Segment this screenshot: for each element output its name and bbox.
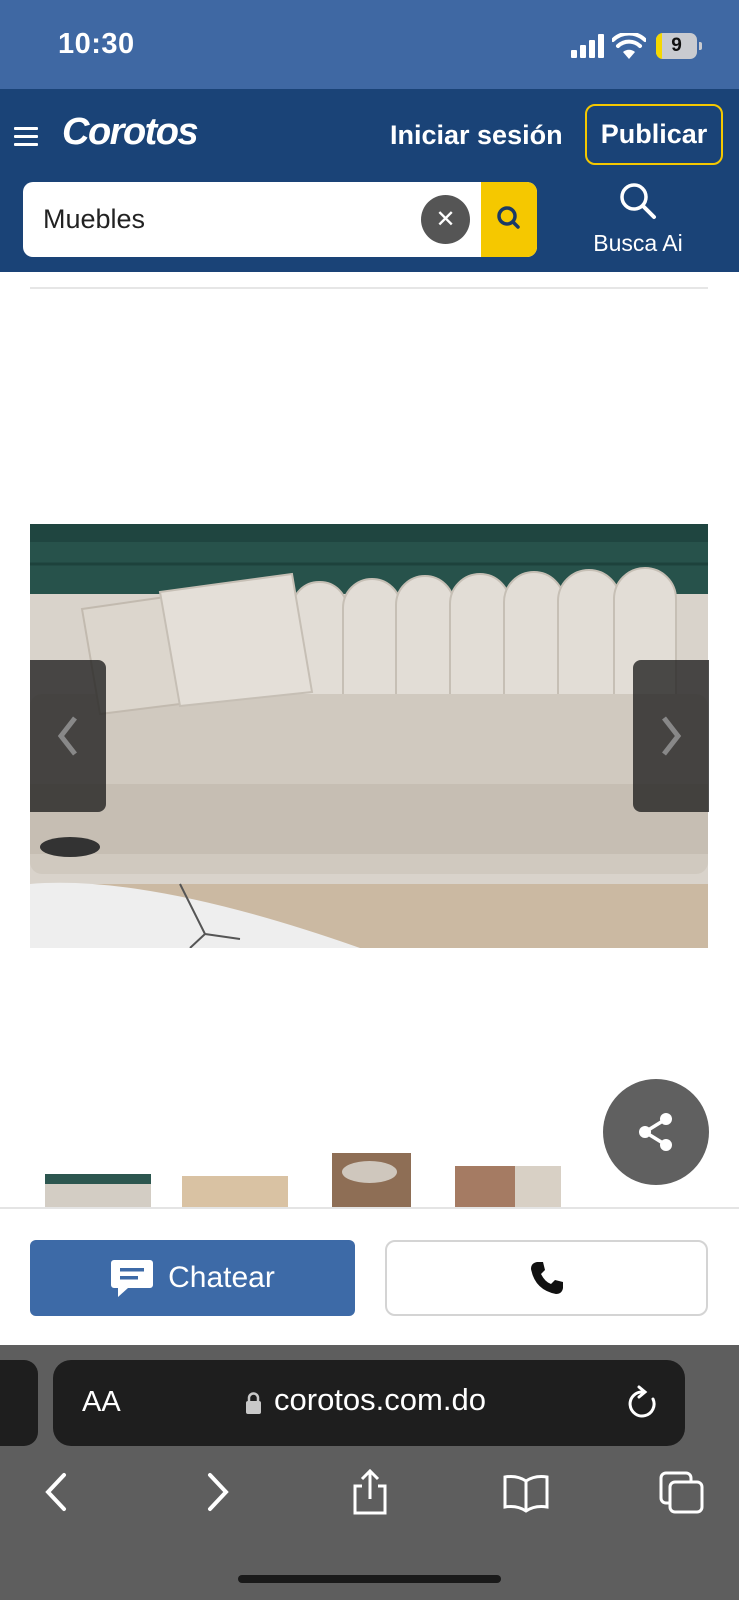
clear-icon[interactable]: ✕ <box>421 195 470 244</box>
battery-icon: 9 <box>656 33 702 59</box>
forward-icon[interactable] <box>196 1469 236 1515</box>
menu-icon[interactable] <box>14 127 38 147</box>
share-sheet-icon[interactable] <box>350 1469 390 1515</box>
url-text[interactable]: corotos.com.do <box>274 1382 486 1418</box>
search-bar: ✕ <box>23 182 537 257</box>
text-size-button[interactable]: AA <box>82 1386 121 1419</box>
publish-button[interactable]: Publicar <box>585 104 723 165</box>
call-button[interactable] <box>385 1240 708 1316</box>
divider <box>30 287 708 289</box>
bookmarks-icon[interactable] <box>503 1469 549 1515</box>
sofa-image <box>30 524 708 948</box>
listing-photo[interactable] <box>30 524 708 948</box>
home-indicator <box>238 1575 501 1583</box>
busca-ai-button[interactable]: Busca Ai <box>583 181 693 257</box>
cellular-signal-icon <box>571 34 604 58</box>
thumbnail[interactable] <box>332 1153 411 1207</box>
login-link[interactable]: Iniciar sesión <box>390 120 563 151</box>
busca-ai-label: Busca Ai <box>593 230 683 256</box>
wifi-icon <box>612 33 646 59</box>
next-photo-button[interactable] <box>633 660 709 812</box>
search-icon <box>497 206 520 229</box>
site-logo[interactable]: Corotos <box>62 111 199 154</box>
chat-button[interactable]: Chatear <box>30 1240 355 1316</box>
chevron-left-icon <box>57 716 77 756</box>
thumbnail[interactable] <box>45 1174 151 1207</box>
busca-ai-icon <box>620 183 656 219</box>
previous-tab[interactable] <box>0 1360 38 1446</box>
chat-label: Chatear <box>168 1261 275 1294</box>
battery-level: 9 <box>671 35 682 56</box>
thumbnail-strip <box>0 1140 739 1207</box>
tabs-icon[interactable] <box>659 1469 705 1515</box>
chevron-right-icon <box>662 716 682 756</box>
reload-icon[interactable] <box>626 1385 660 1421</box>
back-icon[interactable] <box>38 1469 78 1515</box>
thumbnail[interactable] <box>455 1166 561 1207</box>
phone-icon <box>530 1262 563 1294</box>
lock-icon <box>246 1392 261 1414</box>
search-button[interactable] <box>481 182 537 257</box>
search-input[interactable] <box>43 182 423 257</box>
thumbnail[interactable] <box>182 1176 288 1207</box>
prev-photo-button[interactable] <box>30 660 106 812</box>
chat-bubble-icon <box>111 1260 154 1297</box>
status-time: 10:30 <box>58 28 135 60</box>
